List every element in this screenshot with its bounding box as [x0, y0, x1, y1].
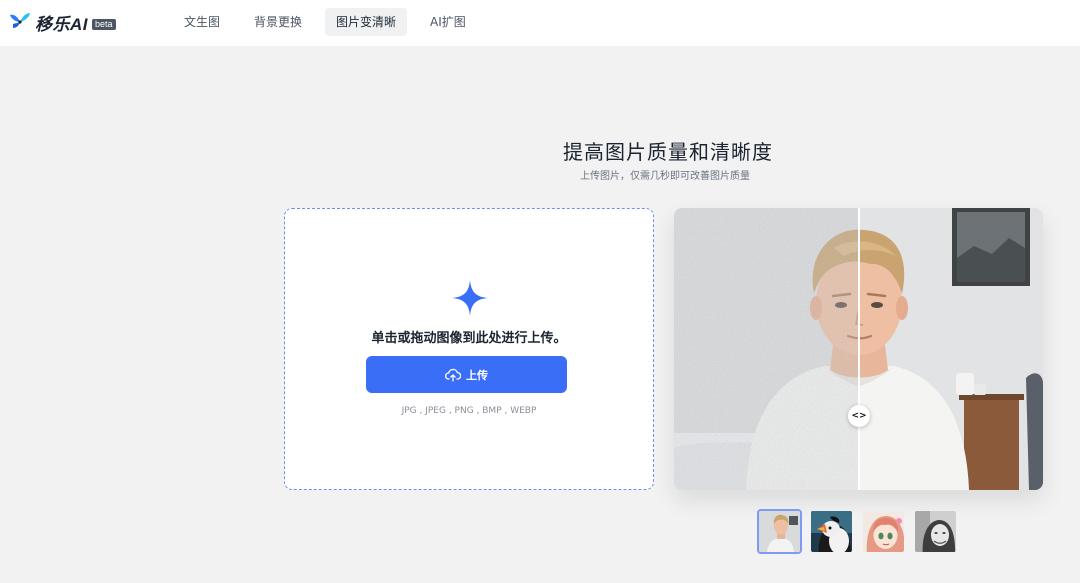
brand-logo[interactable]: 移乐AI beta [8, 10, 116, 34]
cloud-upload-icon [445, 368, 461, 382]
sample-thumb-young-man[interactable] [757, 509, 802, 554]
brand-name: 移乐AI [35, 14, 88, 34]
top-bar: 移乐AI beta 文生图 背景更换 图片变清晰 AI扩图 [0, 0, 1080, 46]
compare-divider[interactable] [858, 208, 860, 490]
upload-instruction: 单击或拖动图像到此处进行上传。 [371, 331, 567, 346]
sample-thumb-anime-girl[interactable] [861, 509, 906, 554]
upload-button[interactable]: 上传 [366, 356, 567, 393]
nav-item-image-enhance[interactable]: 图片变清晰 [325, 8, 408, 36]
upload-button-label: 上传 [466, 368, 488, 382]
sparkle-icon [452, 280, 488, 316]
compare-slider-handle[interactable]: <> [848, 405, 870, 427]
main-nav: 文生图 背景更换 图片变清晰 AI扩图 [173, 8, 489, 36]
sample-thumb-woman-bw[interactable] [913, 509, 958, 554]
beta-badge: beta [92, 19, 116, 30]
upload-dropzone[interactable]: 单击或拖动图像到此处进行上传。 上传 JPG , JPEG , PNG , BM… [284, 208, 654, 490]
nav-item-background-replace[interactable]: 背景更换 [243, 8, 313, 36]
nav-item-ai-outpaint[interactable]: AI扩图 [419, 8, 477, 36]
sample-thumbnails [757, 509, 965, 554]
supported-formats: JPG , JPEG , PNG , BMP , WEBP [401, 406, 537, 416]
butterfly-logo-icon [10, 13, 30, 28]
nav-item-text-to-image[interactable]: 文生图 [173, 8, 231, 36]
before-after-preview[interactable]: <> [674, 208, 1043, 490]
page-title: 提高图片质量和清晰度 [563, 140, 773, 164]
sample-thumb-puffin[interactable] [809, 509, 854, 554]
page-subtitle: 上传图片，仅需几秒即可改善图片质量 [580, 171, 750, 182]
